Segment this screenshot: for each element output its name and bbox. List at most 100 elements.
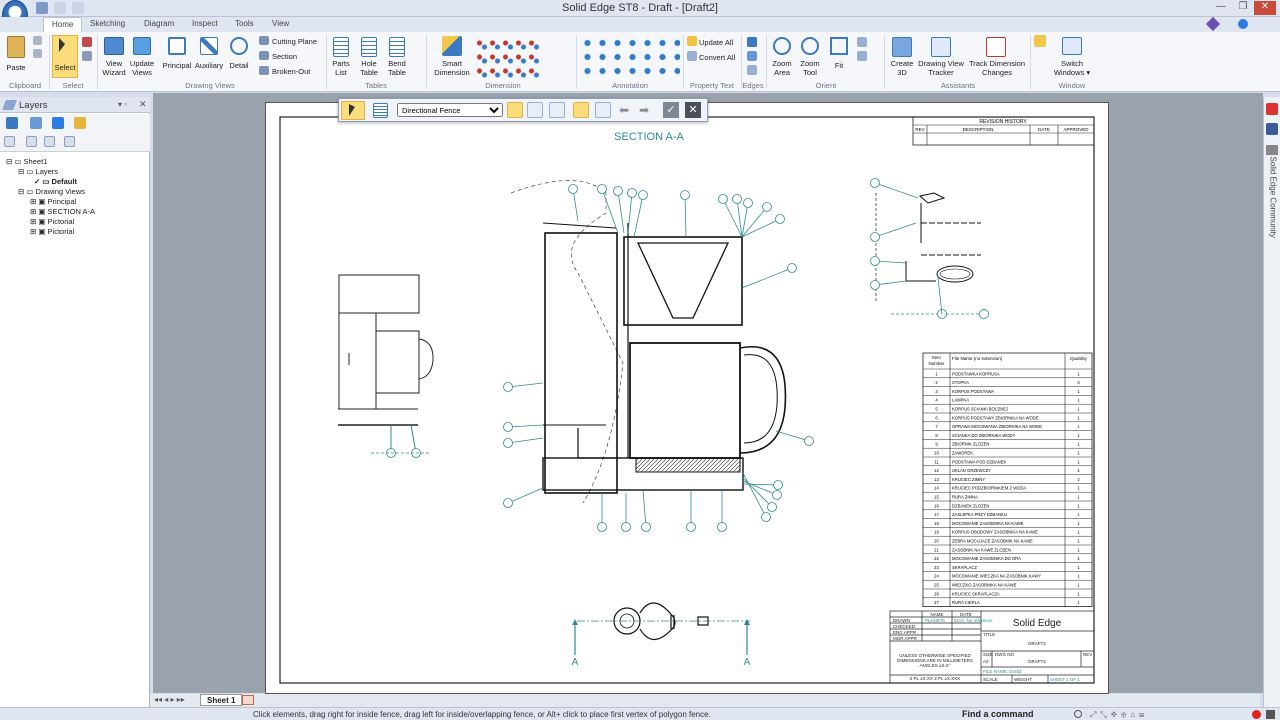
edges-icon-1[interactable] (747, 37, 757, 47)
tab-home[interactable]: Home (43, 17, 83, 32)
smart-dimension-icon[interactable] (442, 36, 462, 56)
parts-list-icon[interactable] (333, 37, 349, 57)
options-icon[interactable] (1205, 16, 1221, 32)
sheet-nav-buttons[interactable]: ◂◂ ◂ ▸ ▸▸ (154, 695, 185, 704)
principal-view[interactable] (338, 274, 434, 454)
fence-polygon-icon[interactable] (595, 102, 611, 118)
convert-all-button[interactable]: Convert All (699, 53, 735, 62)
sheet-tab-1[interactable]: Sheet 1 (200, 694, 243, 706)
community-icon[interactable] (1266, 145, 1278, 155)
search-icon[interactable] (1074, 710, 1082, 718)
help-icon[interactable] (1238, 19, 1248, 29)
paste-icon[interactable] (7, 36, 25, 58)
section-view[interactable] (510, 180, 787, 504)
track-dimension-changes-icon[interactable] (986, 37, 1006, 57)
rotate-icon[interactable] (857, 51, 867, 61)
update-all-button[interactable]: Update All (699, 38, 733, 47)
layers-tab4-icon[interactable] (74, 117, 86, 129)
zoom-tool-button[interactable]: Zoom Tool (796, 59, 824, 77)
auxiliary-view-icon[interactable] (200, 37, 218, 55)
drawing-sheet[interactable]: REVISION HISTORY REV DESCRIPTION DATE AP… (265, 102, 1109, 694)
minimize-button[interactable]: — (1210, 1, 1232, 15)
drawing-view-tracker-button[interactable]: Drawing View Tracker (914, 59, 968, 77)
hole-table-icon[interactable] (361, 37, 377, 57)
pictorial-view[interactable] (875, 192, 981, 303)
layers-tab2-icon[interactable] (30, 117, 42, 129)
activate-layer-icon[interactable] (26, 136, 37, 147)
select-tool-small-icon-2[interactable] (82, 51, 92, 61)
update-views-icon[interactable] (133, 37, 151, 55)
bend-table-button[interactable]: Bend Table (384, 59, 410, 77)
options-list-icon[interactable] (373, 103, 388, 118)
zoom-tool-icon[interactable] (801, 37, 819, 55)
switch-windows-button[interactable]: Switch Windows ▾ (1048, 59, 1096, 77)
layers-tab-icon[interactable] (6, 117, 18, 129)
hole-table-button[interactable]: Hole Table (356, 59, 382, 77)
tree-item-default-layer[interactable]: ✓ ▭ Default (4, 177, 144, 187)
smart-dimension-button[interactable]: Smart Dimension (431, 59, 473, 77)
tab-tools[interactable]: Tools (227, 17, 262, 32)
cutting-plane-button[interactable]: Cutting Plane (272, 37, 317, 46)
zoom-area-button[interactable]: Zoom Area (768, 59, 796, 77)
view-wizard-button[interactable]: View Wizard (99, 59, 129, 77)
restore-button[interactable]: ❐ (1232, 1, 1254, 15)
broken-out-button[interactable]: Broken-Out (272, 67, 310, 76)
parts-list-button[interactable]: Parts List (328, 59, 354, 77)
previous-arrow-icon[interactable]: ⬅ (619, 103, 629, 117)
new-layer-icon[interactable] (4, 136, 15, 147)
create-3d-icon[interactable] (892, 37, 912, 57)
copy-icon[interactable] (33, 49, 42, 58)
fence-option-icon-3[interactable] (549, 102, 565, 118)
layers-tab3-icon[interactable] (52, 117, 64, 129)
fence-type-select[interactable]: Directional Fence (397, 103, 503, 117)
add-sheet-icon[interactable] (242, 695, 254, 705)
tab-view[interactable]: View (264, 17, 297, 32)
tree-item-layers[interactable]: ⊟ ▭ Layers (4, 167, 144, 177)
select-tool-small-icon[interactable] (82, 37, 92, 47)
star-icon[interactable] (1034, 35, 1046, 47)
create-3d-button[interactable]: Create 3D (887, 59, 917, 77)
hide-layer-icon[interactable] (64, 136, 75, 147)
detail-button[interactable]: Detail (226, 61, 252, 70)
facebook-icon[interactable] (1266, 123, 1278, 135)
zoom-area-icon[interactable] (773, 37, 791, 55)
paste-button[interactable]: Paste (4, 63, 28, 72)
detail-view-icon[interactable] (230, 37, 248, 55)
fit-icon[interactable] (830, 37, 848, 55)
record-icon[interactable] (1252, 710, 1261, 719)
pin-icon[interactable]: ▾ ▫ (118, 100, 127, 109)
update-views-button[interactable]: Update Views (128, 59, 156, 77)
fence-option-icon-2[interactable] (527, 102, 543, 118)
tree-item-sheet[interactable]: ⊟ ▭ Sheet1 (4, 157, 144, 167)
fence-rect-icon[interactable] (573, 102, 589, 118)
show-layer-icon[interactable] (44, 136, 55, 147)
section-button[interactable]: Section (272, 52, 297, 61)
edges-icon-2[interactable] (747, 51, 757, 61)
stop-icon[interactable] (1266, 710, 1275, 719)
bend-table-icon[interactable] (389, 37, 405, 57)
edges-icon-3[interactable] (747, 65, 757, 75)
next-arrow-icon[interactable]: ➡ (639, 103, 649, 117)
cut-icon[interactable] (33, 36, 42, 45)
status-tools-icons[interactable]: ⤢⤡✥⊕⌂⊞ (1090, 710, 1148, 720)
tree-item-view-principal[interactable]: ⊞ ▣ Principal (4, 197, 144, 207)
parts-list-table[interactable]: Item NumberFile Name (no extension) Quanti… (922, 352, 1093, 608)
auxiliary-button[interactable]: Auxiliary (193, 61, 225, 70)
youtube-icon[interactable] (1266, 103, 1278, 115)
tab-inspect[interactable]: Inspect (184, 17, 226, 32)
fence-option-icon-1[interactable] (507, 102, 523, 118)
cancel-button[interactable]: ✕ (685, 102, 701, 118)
view-wizard-icon[interactable] (104, 37, 124, 55)
fit-button[interactable]: Fit (826, 61, 852, 70)
tab-sketching[interactable]: Sketching (82, 17, 133, 32)
top-view[interactable] (572, 602, 750, 655)
drawing-view-tracker-icon[interactable] (931, 37, 951, 57)
find-command-input[interactable]: Find a command (962, 709, 1072, 720)
community-label[interactable]: Solid Edge Community (1269, 157, 1278, 247)
tab-diagram[interactable]: Diagram (136, 17, 182, 32)
accept-button[interactable]: ✓ (663, 102, 679, 118)
tree-item-drawing-views[interactable]: ⊟ ▭ Drawing Views (4, 187, 144, 197)
tree-item-view-section[interactable]: ⊞ ▣ SECTION A-A (4, 207, 144, 217)
principal-view-icon[interactable] (168, 37, 186, 55)
tree-item-view-pictorial-1[interactable]: ⊞ ▣ Pictorial (4, 217, 144, 227)
